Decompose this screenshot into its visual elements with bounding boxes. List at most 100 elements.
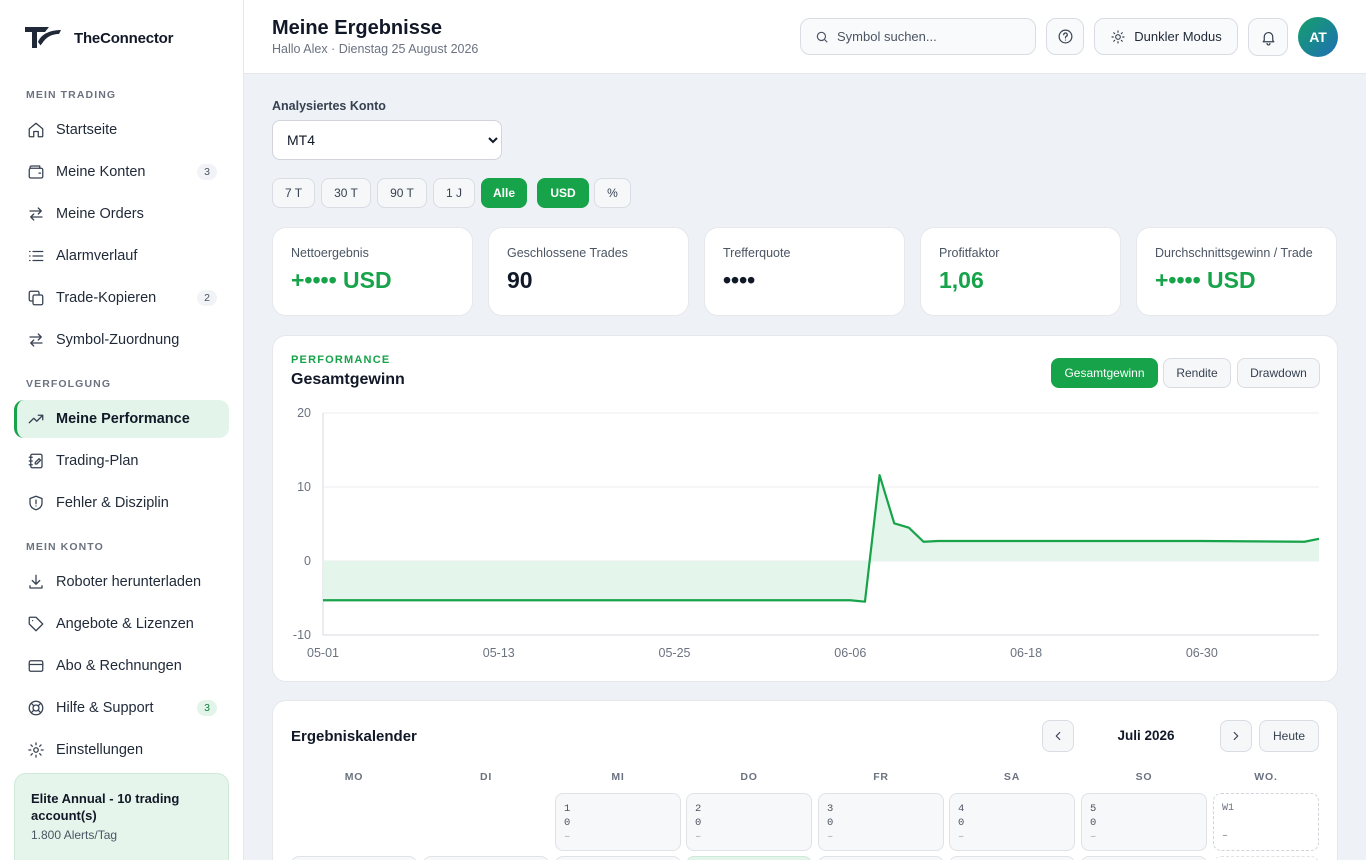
next-month-button[interactable] <box>1220 720 1252 752</box>
gear-icon <box>26 740 46 760</box>
calendar-day[interactable] <box>423 856 549 860</box>
sidebar: TheConnector MEIN TRADING Startseite Mei… <box>0 0 244 860</box>
y-tick-label: 10 <box>297 480 311 494</box>
calendar-week-summary <box>1213 856 1319 860</box>
weekday-header: MI <box>611 771 625 783</box>
stat-value: +•••• USD <box>1155 267 1256 293</box>
stat-value: 90 <box>507 267 533 293</box>
sidebar-item-trade-kopieren[interactable]: Trade-Kopieren 2 <box>14 279 229 317</box>
period-chip-alle[interactable]: Alle <box>481 178 527 208</box>
calendar-day[interactable] <box>949 856 1075 860</box>
arrows-swap-icon <box>26 330 46 350</box>
search-box[interactable] <box>800 18 1036 55</box>
sidebar-item-trading-plan[interactable]: Trading-Plan <box>14 442 229 480</box>
sidebar-item-symbol-zuordnung[interactable]: Symbol-Zuordnung <box>14 321 229 359</box>
sidebar-item-einstellungen[interactable]: Einstellungen <box>14 731 229 769</box>
prev-month-button[interactable] <box>1042 720 1074 752</box>
dark-mode-button[interactable]: Dunkler Modus <box>1094 18 1238 55</box>
wallet-icon <box>26 162 46 182</box>
sidebar-item-label: Startseite <box>56 122 118 138</box>
count-badge: 2 <box>197 290 217 306</box>
sidebar-item-alarmverlauf[interactable]: Alarmverlauf <box>14 237 229 275</box>
week-value: – <box>1222 831 1229 842</box>
weekday-header: DI <box>479 771 493 783</box>
calendar-day[interactable] <box>1081 856 1207 860</box>
sidebar-item-label: Einstellungen <box>56 742 144 758</box>
weekday-header: WO. <box>1254 771 1278 783</box>
brand-name: TheConnector <box>74 29 174 47</box>
sidebar-item-label: Meine Performance <box>56 411 190 427</box>
copy-icon <box>26 288 46 308</box>
credit-card-icon <box>26 656 46 676</box>
sidebar-item-label: Meine Orders <box>56 206 144 222</box>
list-icon <box>26 246 46 266</box>
day-value: 0 <box>1090 817 1097 829</box>
plan-title: Elite Annual - 10 trading account(s) <box>31 791 180 823</box>
day-trades: – <box>1090 831 1097 843</box>
day-trades: – <box>827 831 834 843</box>
help-button[interactable] <box>1046 18 1084 55</box>
calendar-day[interactable] <box>291 856 417 860</box>
stat-value: +•••• USD <box>291 267 392 293</box>
calendar-day[interactable]: 4 0 – <box>949 793 1075 851</box>
period-chip-1j[interactable]: 1 J <box>433 178 475 208</box>
calendar-week-summary: W1 – <box>1213 793 1319 851</box>
sidebar-item-label: Abo & Rechnungen <box>56 658 182 674</box>
day-value: 0 <box>695 817 702 829</box>
performance-chart: 20 10 0 -10 05-01 05-13 05-25 06-06 06-18 06-30 <box>293 406 1320 660</box>
calendar-card: Ergebniskalender Juli 2026 Heute MO DI M… <box>272 700 1338 860</box>
period-chip-7t[interactable]: 7 T <box>272 178 315 208</box>
calendar-day[interactable] <box>686 856 812 860</box>
plan-card[interactable]: Elite Annual - 10 trading account(s) 1.8… <box>14 773 229 860</box>
sidebar-item-label: Meine Konten <box>56 164 146 180</box>
search-icon <box>816 31 828 43</box>
sidebar-item-abo-rechnungen[interactable]: Abo & Rechnungen <box>14 647 229 685</box>
unit-chip-percent[interactable]: % <box>594 178 631 208</box>
avatar[interactable]: AT <box>1298 17 1338 57</box>
calendar-day[interactable]: 1 0 – <box>555 793 681 851</box>
day-trades: – <box>564 831 571 843</box>
sidebar-item-startseite[interactable]: Startseite <box>14 111 229 149</box>
section-label-mein-konto: MEIN KONTO <box>26 541 104 553</box>
x-tick-label: 05-01 <box>307 646 339 660</box>
day-trades: – <box>695 831 702 843</box>
stat-card-trefferquote: Trefferquote •••• <box>704 227 905 316</box>
account-select[interactable]: MT4 <box>272 120 502 160</box>
shield-icon <box>26 493 46 513</box>
x-tick-label: 05-13 <box>483 646 515 660</box>
weekday-header: FR <box>873 771 889 783</box>
sidebar-item-fehler-disziplin[interactable]: Fehler & Disziplin <box>14 484 229 522</box>
period-chip-30t[interactable]: 30 T <box>321 178 371 208</box>
stat-value: •••• <box>723 267 756 293</box>
notifications-button[interactable] <box>1248 18 1288 56</box>
calendar-day[interactable] <box>555 856 681 860</box>
day-number: 4 <box>958 803 965 815</box>
sidebar-item-label: Trade-Kopieren <box>56 290 157 306</box>
sidebar-item-meine-performance[interactable]: Meine Performance <box>14 400 229 438</box>
day-number: 3 <box>827 803 834 815</box>
x-tick-label: 05-25 <box>659 646 691 660</box>
chevron-left-icon <box>1055 731 1061 741</box>
notebook-icon <box>26 451 46 471</box>
today-button[interactable]: Heute <box>1259 720 1319 752</box>
calendar-day[interactable] <box>818 856 944 860</box>
sidebar-item-angebote-lizenzen[interactable]: Angebote & Lizenzen <box>14 605 229 643</box>
sidebar-item-meine-konten[interactable]: Meine Konten 3 <box>14 153 229 191</box>
home-icon <box>26 120 46 140</box>
period-chip-90t[interactable]: 90 T <box>377 178 427 208</box>
calendar-day[interactable]: 5 0 – <box>1081 793 1207 851</box>
brand[interactable]: TheConnector <box>24 24 173 52</box>
sidebar-item-label: Roboter herunterladen <box>56 574 202 590</box>
page-subtitle: Hallo Alex · Dienstag 25 August 2026 <box>272 42 479 56</box>
calendar-month: Juli 2026 <box>1117 728 1175 743</box>
search-input[interactable] <box>837 29 1017 44</box>
calendar-day[interactable]: 2 0 – <box>686 793 812 851</box>
sidebar-item-meine-orders[interactable]: Meine Orders <box>14 195 229 233</box>
calendar-day[interactable]: 3 0 – <box>818 793 944 851</box>
count-badge: 3 <box>197 700 217 716</box>
sidebar-item-hilfe-support[interactable]: Hilfe & Support 3 <box>14 689 229 727</box>
unit-chip-usd[interactable]: USD <box>537 178 589 208</box>
sidebar-item-roboter-herunterladen[interactable]: Roboter herunterladen <box>14 563 229 601</box>
tag-icon <box>26 614 46 634</box>
sidebar-item-label: Alarmverlauf <box>56 248 138 264</box>
